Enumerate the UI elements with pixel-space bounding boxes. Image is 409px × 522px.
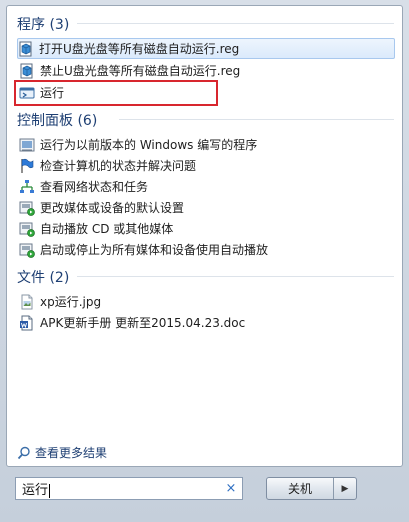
result-item-autoplay-cd[interactable]: 自动播放 CD 或其他媒体 (19, 218, 391, 239)
result-item-compat[interactable]: 运行为以前版本的 Windows 编写的程序 (19, 134, 391, 155)
autoplay-icon (19, 221, 35, 237)
section-header-files: 文件 (2) (17, 270, 70, 286)
result-item-change-media-defaults[interactable]: 更改媒体或设备的默认设置 (19, 197, 391, 218)
section-header-control-panel: 控制面板 (6) (17, 113, 98, 129)
search-results-panel: 程序 (3) 打开U盘光盘等所有磁盘自动运行.reg 禁止U盘光盘等所有磁盘自动… (6, 5, 403, 467)
result-item-label: APK更新手册 更新至2015.04.23.doc (40, 316, 246, 330)
network-icon (19, 179, 35, 195)
result-item-label: 打开U盘光盘等所有磁盘自动运行.reg (39, 42, 240, 56)
section-divider (119, 119, 394, 120)
reg-file-icon (19, 63, 35, 79)
result-item-label: 查看网络状态和任务 (40, 180, 149, 194)
autoplay-icon (19, 200, 35, 216)
section-divider (77, 23, 394, 24)
result-item-label: 检查计算机的状态并解决问题 (40, 159, 197, 173)
doc-file-icon (19, 315, 35, 331)
result-item-label: 自动播放 CD 或其他媒体 (40, 222, 174, 236)
shutdown-button[interactable]: 关机 (267, 478, 334, 499)
result-item-action-center[interactable]: 检查计算机的状态并解决问题 (19, 155, 391, 176)
reg-file-icon (18, 41, 34, 57)
result-item-label: 禁止U盘光盘等所有磁盘自动运行.reg (40, 64, 241, 78)
see-more-results-link[interactable]: 查看更多结果 (17, 444, 107, 461)
search-input[interactable]: 运行 × (15, 477, 243, 500)
result-item-network[interactable]: 查看网络状态和任务 (19, 176, 391, 197)
result-item-label: 更改媒体或设备的默认设置 (40, 201, 185, 215)
result-item-label: 启动或停止为所有媒体和设备使用自动播放 (40, 243, 269, 257)
result-item-run[interactable]: 运行 (19, 82, 391, 103)
result-item-open-autorun-reg[interactable]: 打开U盘光盘等所有磁盘自动运行.reg (17, 38, 395, 59)
run-icon (19, 85, 35, 101)
see-more-results-label: 查看更多结果 (35, 446, 108, 460)
result-item-toggle-autoplay[interactable]: 启动或停止为所有媒体和设备使用自动播放 (19, 239, 391, 260)
result-item-label: xp运行.jpg (40, 295, 102, 309)
compat-icon (19, 137, 35, 153)
section-divider (77, 276, 394, 277)
result-item-label: 运行 (40, 86, 65, 100)
search-input-value: 运行 (22, 483, 51, 498)
section-header-programs: 程序 (3) (17, 17, 70, 33)
flag-icon (19, 158, 35, 174)
clear-search-icon[interactable]: × (222, 481, 240, 496)
start-menu: 程序 (3) 打开U盘光盘等所有磁盘自动运行.reg 禁止U盘光盘等所有磁盘自动… (0, 0, 409, 522)
result-item-doc[interactable]: APK更新手册 更新至2015.04.23.doc (19, 312, 391, 333)
shutdown-button-group: 关机 ▶ (266, 477, 357, 500)
result-item-jpg[interactable]: xp运行.jpg (19, 291, 391, 312)
result-item-disable-autorun-reg[interactable]: 禁止U盘光盘等所有磁盘自动运行.reg (19, 60, 391, 81)
magnifier-icon (17, 446, 30, 459)
autoplay-icon (19, 242, 35, 258)
jpg-file-icon (19, 294, 35, 310)
result-item-label: 运行为以前版本的 Windows 编写的程序 (40, 138, 258, 152)
shutdown-options-arrow-icon[interactable]: ▶ (334, 478, 356, 499)
